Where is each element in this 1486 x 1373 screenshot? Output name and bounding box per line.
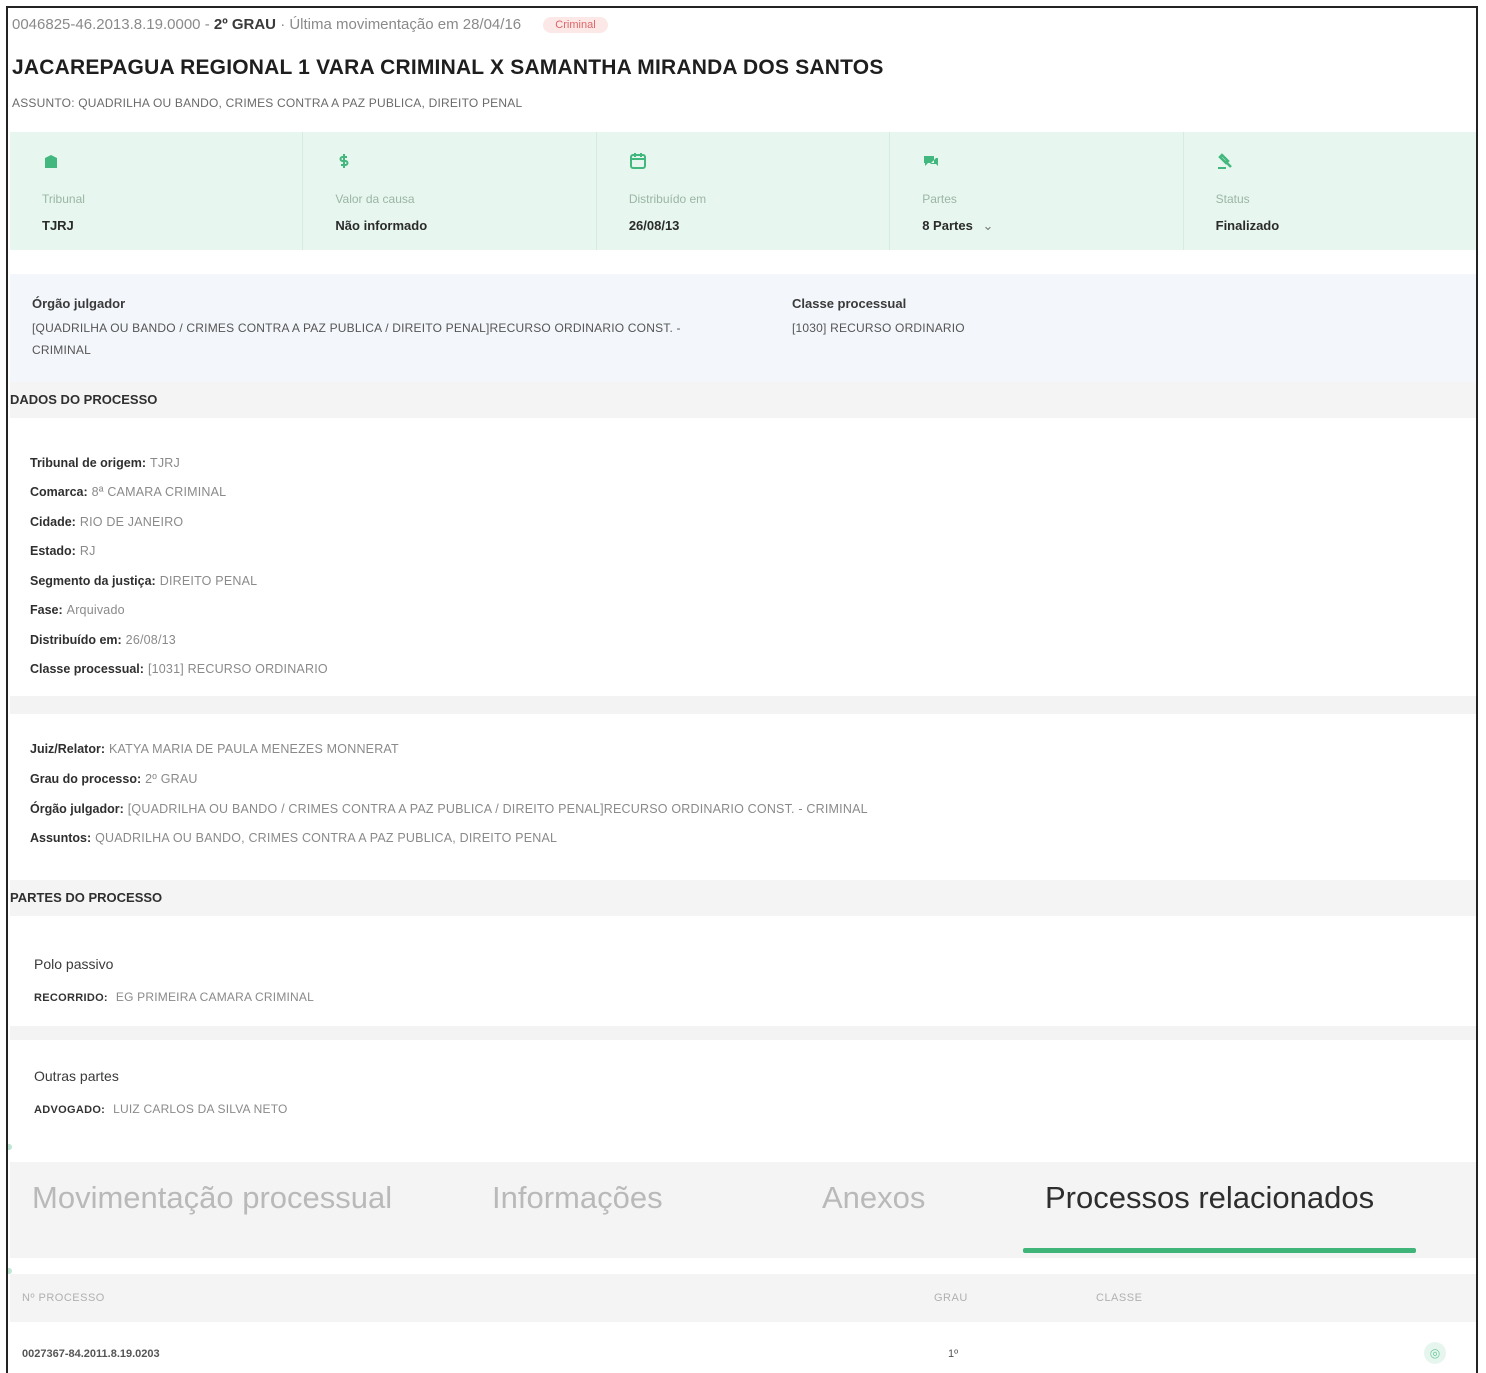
process-detail-page: 0046825-46.2013.8.19.0000 - 2º GRAU · Úl… — [6, 6, 1478, 1373]
process-subject: ASSUNTO: QUADRILHA OU BANDO, CRIMES CONT… — [12, 96, 523, 110]
tab-informacoes[interactable]: Informações — [492, 1180, 663, 1216]
party-group: Polo passivo RECORRIDO: EG PRIMEIRA CAMAR… — [10, 926, 1476, 1026]
summary-label: Distribuído em — [628, 192, 707, 206]
section-heading-partes: PARTES DO PROCESSO — [10, 880, 1476, 916]
money-icon — [335, 152, 353, 170]
dados-panel-2: Juiz/Relator: KATYA MARIA DE PAULA MENEZE… — [10, 714, 1476, 862]
dados-row: Comarca: 8ª CAMARA CRIMINAL — [30, 485, 227, 499]
summary-distribuido: Distribuído em 26/08/13 — [597, 132, 891, 250]
cell-grau: 1º — [948, 1348, 959, 1360]
process-number: 0046825-46.2013.8.19.0000 — [12, 16, 201, 33]
summary-status: Status Finalizado — [1184, 132, 1476, 250]
summary-tribunal: Tribunal TJRJ — [10, 132, 304, 250]
party-heading: Polo passivo — [34, 956, 114, 972]
tab-bar: Movimentação processual Informações Anex… — [10, 1162, 1476, 1258]
summary-value: Não informado — [335, 218, 428, 233]
classe-processual-block: Classe processual [1030] RECURSO ORDINAR… — [792, 296, 1392, 339]
page-title: JACAREPAGUA REGIONAL 1 VARA CRIMINAL X S… — [12, 56, 884, 79]
decor-dot — [8, 1144, 12, 1150]
summary-value: Finalizado — [1215, 218, 1280, 233]
calendar-icon — [629, 152, 647, 170]
orgao-julgador-block: Órgão julgador [QUADRILHA OU BANDO / CRI… — [32, 296, 742, 361]
chevron-down-icon: ⌄ — [982, 218, 994, 233]
summary-band: Tribunal TJRJ Valor da causa Não informa… — [10, 132, 1476, 250]
dados-row: Assuntos: QUADRILHA OU BANDO, CRIMES CONT… — [30, 831, 558, 845]
dados-row: Órgão julgador: [QUADRILHA OU BANDO / CRI… — [30, 802, 868, 816]
party-row: ADVOGADO: LUIZ CARLOS DA SILVA NETO — [34, 1102, 288, 1116]
summary-value: 26/08/13 — [628, 218, 680, 233]
party-group: Outras partes ADVOGADO: LUIZ CARLOS DA SI… — [10, 1040, 1476, 1144]
section-title: DADOS DO PROCESSO — [10, 392, 158, 407]
tab-processos-relacionados[interactable]: Processos relacionados — [1045, 1180, 1374, 1216]
divider — [10, 696, 1476, 714]
last-movement: · Última movimentação em 28/04/16 — [280, 16, 522, 33]
summary-value: 8 Partes — [922, 218, 973, 233]
dados-row: Classe processual: [1031] RECURSO ORDINAR… — [30, 662, 328, 676]
orgao-value: [QUADRILHA OU BANDO / CRIMES CONTRA A PA… — [32, 321, 681, 357]
dados-row: Fase: Arquivado — [30, 603, 125, 617]
section-heading-dados: DADOS DO PROCESSO — [10, 382, 1476, 418]
dados-row: Grau do processo: 2º GRAU — [30, 772, 198, 786]
organ-class-box: Órgão julgador [QUADRILHA OU BANDO / CRI… — [10, 274, 1476, 382]
dados-row: Estado: RJ — [30, 544, 96, 558]
area-badge: Criminal — [543, 17, 608, 34]
summary-label: Valor da causa — [335, 192, 415, 206]
open-process-icon[interactable]: ◎ — [1424, 1342, 1446, 1364]
column-header[interactable]: CLASSE — [1096, 1292, 1142, 1304]
parties-dropdown[interactable]: 8 Partes ⌄ — [922, 218, 993, 234]
table-header: Nº PROCESSO GRAU CLASSE — [10, 1274, 1476, 1322]
summary-label: Tribunal — [42, 192, 85, 206]
dados-row: Segmento da justiça: DIREITO PENAL — [30, 574, 258, 588]
party-heading: Outras partes — [34, 1068, 119, 1084]
tab-anexos[interactable]: Anexos — [822, 1180, 925, 1216]
dados-row: Juiz/Relator: KATYA MARIA DE PAULA MENEZE… — [30, 742, 399, 756]
chat-icon — [922, 152, 940, 170]
tab-movimentacao[interactable]: Movimentação processual — [32, 1180, 392, 1216]
dados-row: Distribuído em: 26/08/13 — [30, 633, 176, 647]
summary-value: TJRJ — [42, 218, 74, 233]
table-row[interactable]: 0027367-84.2011.8.19.0203 1º ◎ — [10, 1330, 1476, 1373]
building-icon — [42, 152, 60, 170]
cell-processo[interactable]: 0027367-84.2011.8.19.0203 — [22, 1348, 160, 1360]
classe-label: Classe processual — [792, 296, 907, 311]
dados-row: Cidade: RIO DE JANEIRO — [30, 515, 184, 529]
process-meta-line: 0046825-46.2013.8.19.0000 - 2º GRAU · Úl… — [12, 16, 608, 34]
gavel-icon — [1216, 152, 1234, 170]
divider — [10, 1026, 1476, 1040]
active-tab-indicator — [1023, 1248, 1416, 1253]
summary-label: Status — [1215, 192, 1250, 206]
orgao-label: Órgão julgador — [32, 296, 126, 311]
dados-panel: Tribunal de origem: TJRJ Comarca: 8ª CAMAR… — [10, 424, 1476, 696]
process-grau: 2º GRAU — [213, 16, 277, 33]
summary-partes[interactable]: Partes 8 Partes ⌄ — [890, 132, 1184, 250]
section-title: PARTES DO PROCESSO — [10, 890, 163, 905]
dados-row: Tribunal de origem: TJRJ — [30, 456, 180, 470]
column-header[interactable]: Nº PROCESSO — [22, 1292, 105, 1304]
summary-valor-causa: Valor da causa Não informado — [303, 132, 597, 250]
classe-value: [1030] RECURSO ORDINARIO — [792, 321, 965, 335]
summary-label: Partes — [922, 192, 957, 206]
party-row: RECORRIDO: EG PRIMEIRA CAMARA CRIMINAL — [34, 990, 314, 1004]
column-header[interactable]: GRAU — [934, 1292, 968, 1304]
